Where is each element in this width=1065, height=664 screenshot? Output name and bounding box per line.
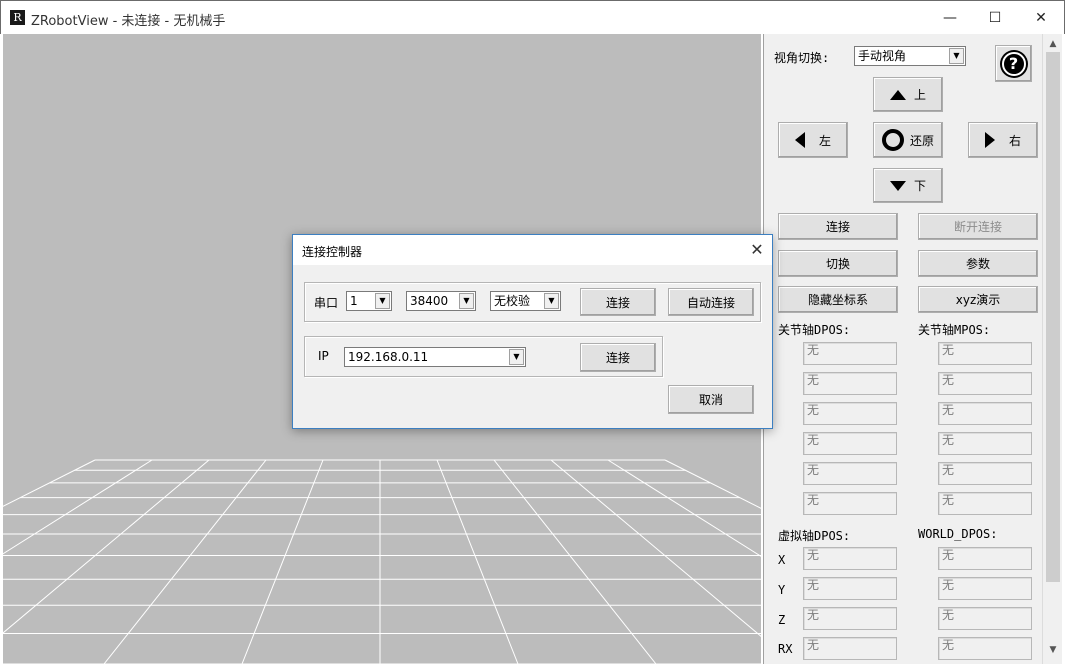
joint-dpos-field: 无 (803, 342, 897, 365)
world-dpos-field: 无 (938, 577, 1032, 600)
view-up-button[interactable]: 上 (873, 77, 943, 112)
virtual-dpos-field: 无 (803, 577, 897, 600)
view-up-label: 上 (913, 88, 926, 102)
arrow-up-icon (889, 89, 906, 100)
ip-address-combo[interactable]: 192.168.0.11 ▼ (344, 347, 526, 367)
joint-mpos-label: 关节轴MPOS: (918, 323, 991, 337)
xyz-demo-button[interactable]: xyz演示 (918, 286, 1038, 313)
axis-label-rx: RX (778, 642, 793, 656)
help-button[interactable]: ? (995, 45, 1032, 82)
connect-controller-dialog: 连接控制器 ✕ 串口 1 ▼ 38400 ▼ 无校验 ▼ 连接 自动连接 IP … (292, 234, 773, 429)
arrow-left-icon (794, 132, 805, 148)
serial-connect-button[interactable]: 连接 (580, 288, 656, 316)
ip-label: IP (318, 349, 329, 363)
joint-mpos-field: 无 (938, 372, 1032, 395)
chevron-down-icon: ▼ (459, 293, 474, 309)
view-mode-select[interactable]: 手动视角 ▼ (854, 46, 966, 66)
serial-port-select[interactable]: 1 ▼ (346, 291, 392, 311)
joint-mpos-field: 无 (938, 462, 1032, 485)
view-right-button[interactable]: 右 (968, 122, 1038, 158)
axis-label-x: X (778, 553, 786, 567)
world-dpos-field: 无 (938, 607, 1032, 630)
title-bar: R ZRobotView - 未连接 - 无机械手 — ☐ ✕ (0, 0, 1065, 34)
joint-mpos-field: 无 (938, 432, 1032, 455)
view-left-label: 左 (818, 133, 831, 148)
disconnect-button[interactable]: 断开连接 (918, 213, 1038, 240)
scroll-down-icon[interactable]: ▼ (1043, 642, 1063, 658)
joint-dpos-field: 无 (803, 432, 897, 455)
view-down-label: 下 (913, 179, 926, 193)
view-reset-label: 还原 (909, 133, 934, 148)
ip-connect-button[interactable]: 连接 (580, 343, 656, 372)
help-icon: ? (1001, 51, 1026, 76)
chevron-down-icon: ▼ (509, 349, 524, 365)
axis-label-y: Y (778, 583, 786, 597)
hide-axes-button[interactable]: 隐藏坐标系 (778, 286, 898, 313)
view-right-label: 右 (1008, 133, 1021, 148)
view-reset-button[interactable]: 还原 (873, 122, 943, 158)
baud-rate-select[interactable]: 38400 ▼ (406, 291, 476, 311)
dialog-title: 连接控制器 (302, 245, 363, 259)
ip-address-value: 192.168.0.11 (348, 350, 429, 364)
axis-label-z: Z (778, 613, 786, 627)
serial-port-value: 1 (350, 294, 358, 308)
circle-icon (881, 129, 904, 151)
params-button[interactable]: 参数 (918, 250, 1038, 277)
window-title: ZRobotView - 未连接 - 无机械手 (31, 14, 226, 29)
virtual-dpos-field: 无 (803, 547, 897, 570)
virtual-dpos-field: 无 (803, 607, 897, 630)
app-icon: R (10, 10, 25, 25)
chevron-down-icon: ▼ (375, 293, 390, 309)
parity-select[interactable]: 无校验 ▼ (490, 291, 561, 311)
joint-dpos-field: 无 (803, 372, 897, 395)
joint-dpos-label: 关节轴DPOS: (778, 323, 851, 337)
joint-dpos-field: 无 (803, 402, 897, 425)
parity-value: 无校验 (494, 294, 531, 308)
view-mode-value: 手动视角 (858, 49, 907, 63)
arrow-right-icon (984, 132, 995, 148)
view-switch-label: 视角切换: (774, 51, 830, 65)
chevron-down-icon: ▼ (544, 293, 559, 309)
dialog-title-bar: 连接控制器 ✕ (293, 235, 772, 265)
cancel-button[interactable]: 取消 (668, 385, 754, 414)
dialog-close-icon[interactable]: ✕ (747, 240, 767, 260)
maximize-button[interactable]: ☐ (972, 1, 1018, 34)
view-down-button[interactable]: 下 (873, 168, 943, 203)
connect-button[interactable]: 连接 (778, 213, 898, 240)
world-dpos-field: 无 (938, 637, 1032, 660)
joint-mpos-field: 无 (938, 342, 1032, 365)
world-dpos-field: 无 (938, 547, 1032, 570)
baud-rate-value: 38400 (410, 294, 449, 308)
scrollbar-thumb[interactable] (1046, 52, 1060, 582)
scroll-up-icon[interactable]: ▲ (1043, 36, 1063, 52)
close-window-button[interactable]: ✕ (1018, 1, 1064, 34)
minimize-button[interactable]: — (927, 1, 973, 34)
joint-dpos-field: 无 (803, 492, 897, 515)
joint-mpos-field: 无 (938, 402, 1032, 425)
view-left-button[interactable]: 左 (778, 122, 848, 158)
switch-button[interactable]: 切换 (778, 250, 898, 277)
arrow-down-icon (889, 180, 906, 191)
chevron-down-icon: ▼ (949, 48, 964, 64)
virtual-dpos-label: 虚拟轴DPOS: (778, 529, 851, 543)
virtual-dpos-field: 无 (803, 637, 897, 660)
serial-label: 串口 (314, 296, 339, 310)
auto-connect-button[interactable]: 自动连接 (668, 288, 754, 316)
joint-dpos-field: 无 (803, 462, 897, 485)
world-dpos-label: WORLD_DPOS: (918, 527, 998, 541)
joint-mpos-field: 无 (938, 492, 1032, 515)
panel-scrollbar[interactable]: ▲ ▼ (1042, 34, 1062, 664)
